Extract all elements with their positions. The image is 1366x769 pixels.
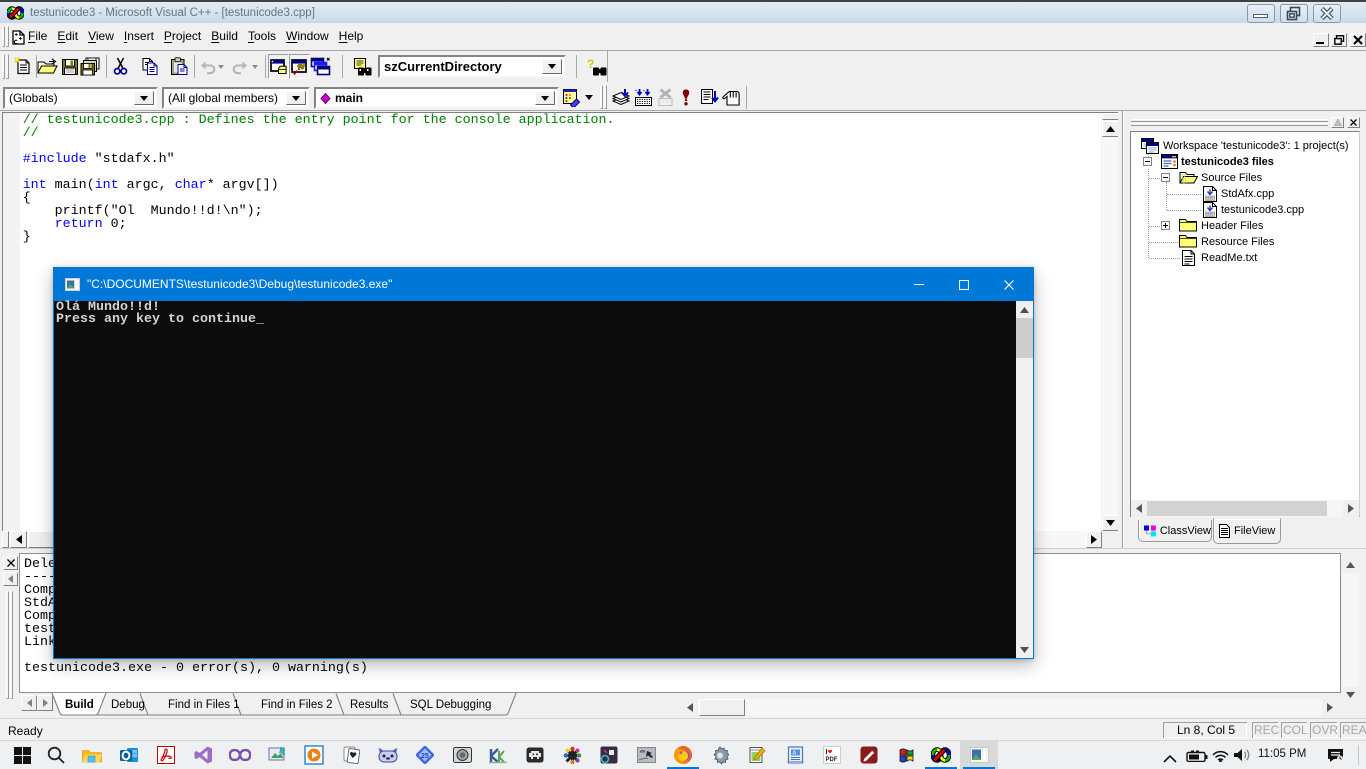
svg-text:SQL Debugging: SQL Debugging xyxy=(410,699,491,711)
svg-text:Find in Files 1: Find in Files 1 xyxy=(168,699,240,711)
svg-text:Results: Results xyxy=(350,699,389,711)
svg-text:Build: Build xyxy=(65,699,94,711)
svg-text:Find in Files 2: Find in Files 2 xyxy=(261,699,333,711)
svg-text:Debug: Debug xyxy=(111,699,145,711)
svg-text:I: I xyxy=(826,749,828,756)
svg-text:25: 25 xyxy=(421,753,429,760)
svg-text:A: A xyxy=(792,751,796,757)
svg-text:PDF: PDF xyxy=(826,757,838,763)
